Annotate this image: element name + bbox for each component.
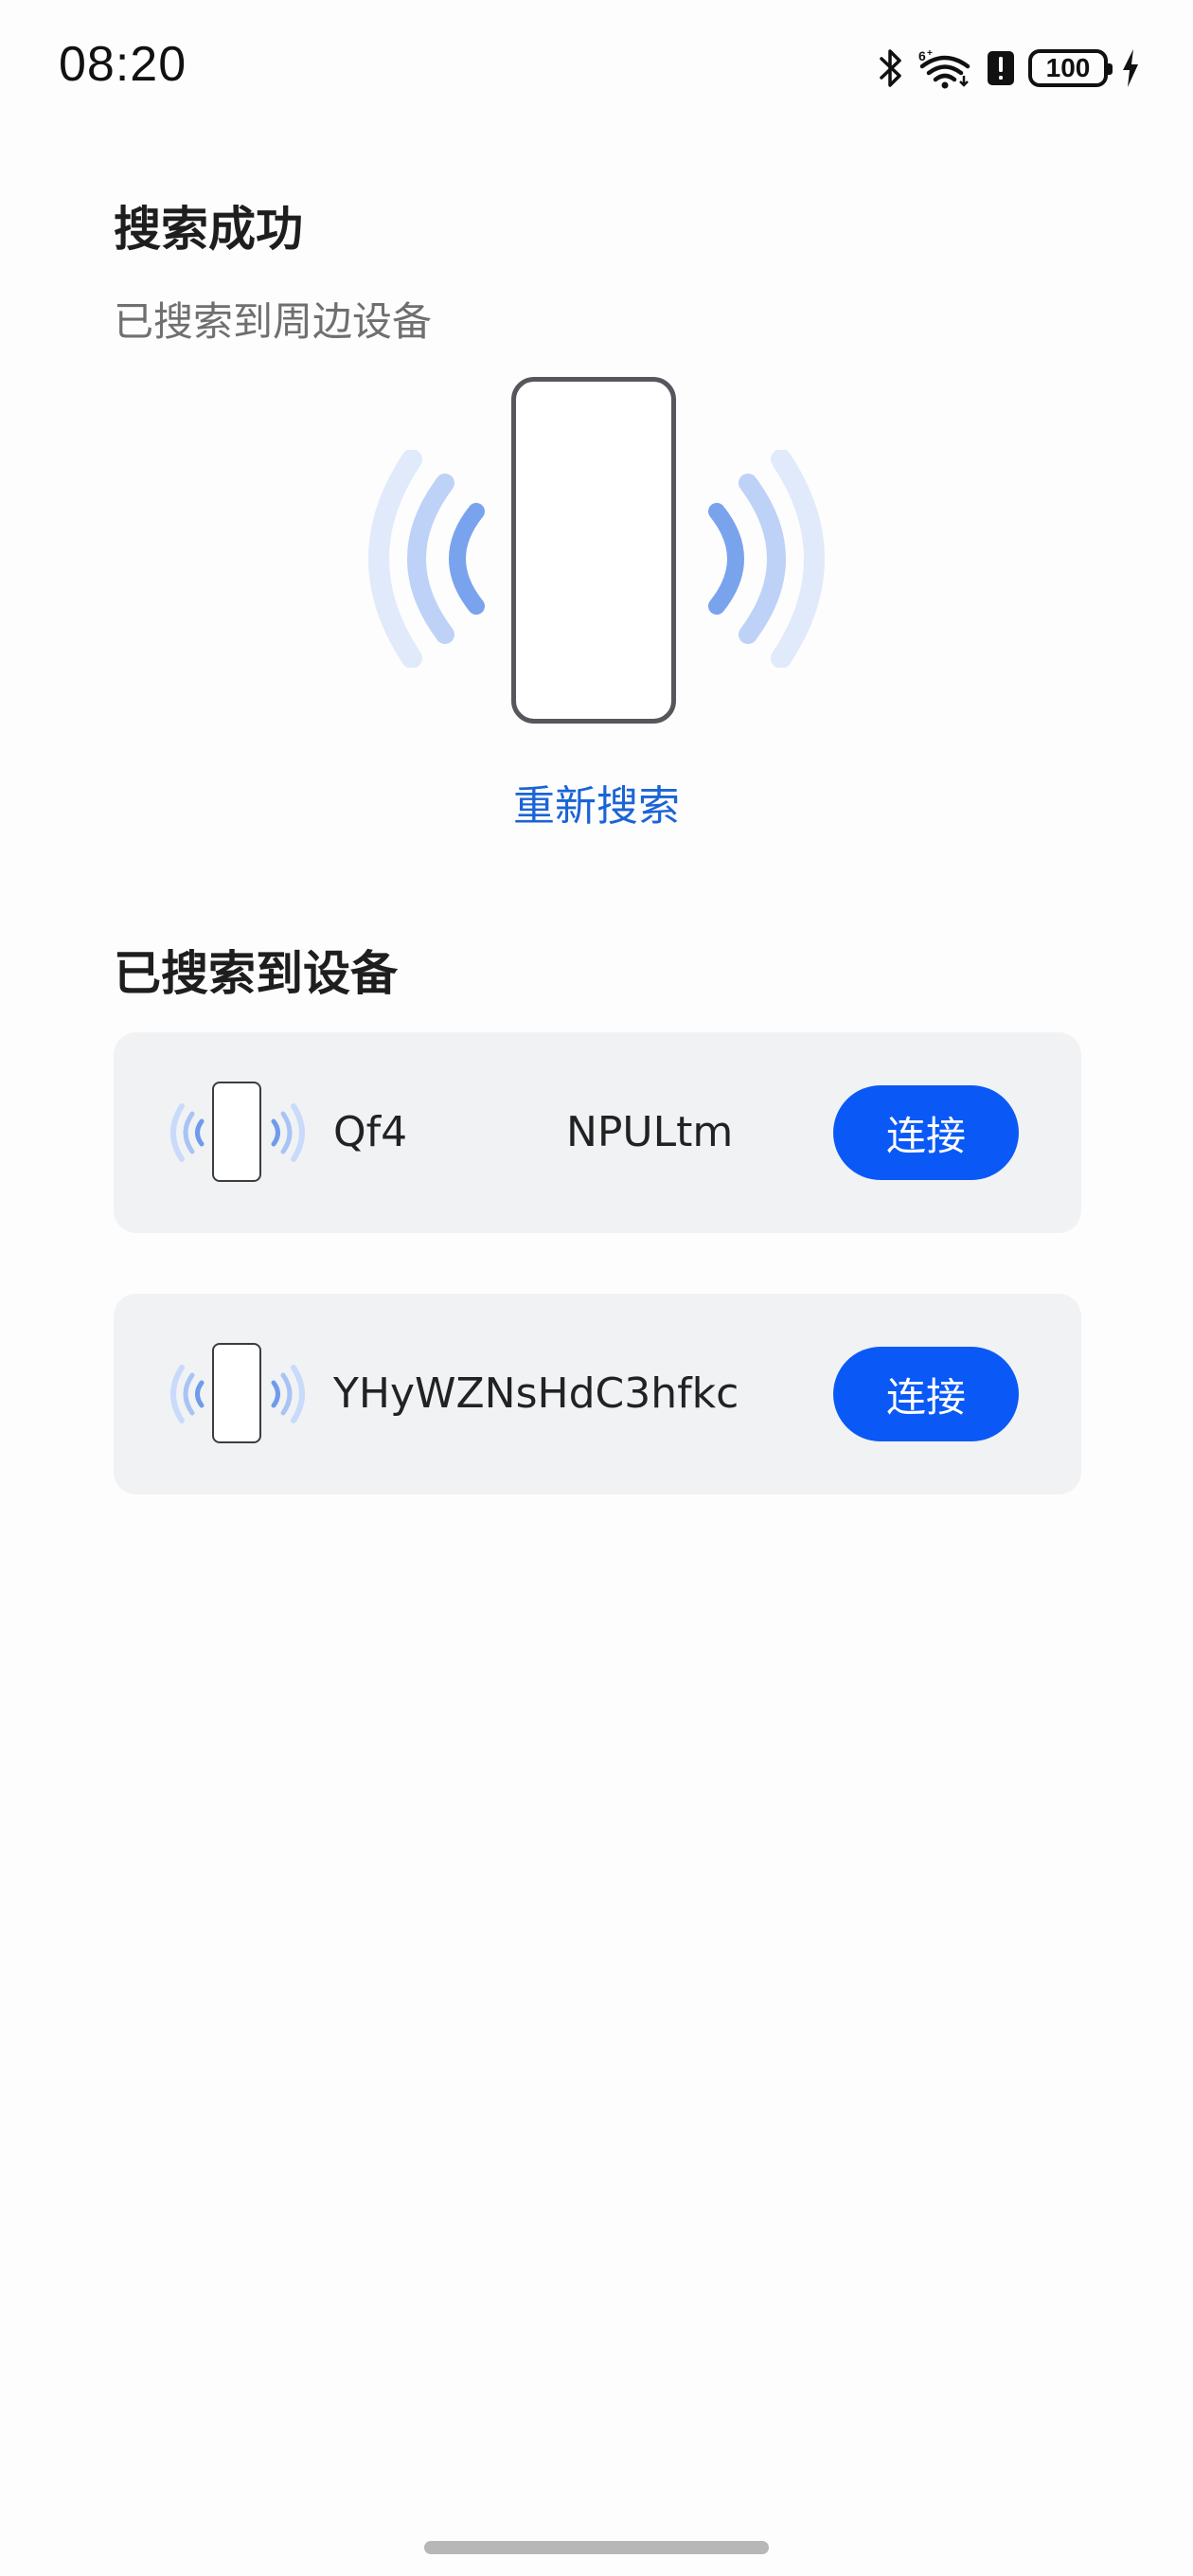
svg-text:6: 6 [918, 48, 926, 63]
signal-waves-left-icon [170, 1365, 205, 1423]
wifi-6-icon: 6 + [917, 47, 973, 89]
phone-outline-icon [212, 1082, 261, 1182]
search-illustration [350, 374, 843, 734]
status-icons: 6 + 100 [879, 44, 1140, 93]
signal-waves-right-icon [271, 1103, 305, 1162]
status-time: 08:20 [59, 37, 187, 92]
bluetooth-icon [879, 47, 903, 89]
device-card: YHyWZNsHdC3hfkc 连接 [114, 1294, 1081, 1494]
device-phone-icon [167, 1078, 309, 1188]
charging-bolt-icon [1121, 47, 1140, 89]
device-card: Qf4 NPULtm 连接 [114, 1032, 1081, 1233]
research-button[interactable]: 重新搜索 [0, 772, 1193, 832]
svg-text:+: + [927, 48, 933, 59]
device-name: Qf4 NPULtm [333, 1108, 734, 1156]
home-indicator[interactable] [424, 2541, 769, 2554]
phone-illustration-icon [511, 377, 676, 724]
devices-section-title: 已搜索到设备 [114, 946, 398, 1001]
device-name: YHyWZNsHdC3hfkc [333, 1369, 739, 1418]
signal-waves-left-icon [170, 1103, 205, 1162]
device-phone-icon [167, 1339, 309, 1449]
phone-outline-icon [212, 1343, 261, 1443]
status-bar: 08:20 6 + 100 [0, 0, 1193, 133]
page-subtitle: 已搜索到周边设备 [114, 298, 433, 345]
battery-icon: 100 [1028, 49, 1113, 87]
signal-waves-right-icon [271, 1365, 305, 1423]
signal-waves-right-icon [708, 450, 825, 668]
connect-button[interactable]: 连接 [833, 1085, 1019, 1180]
page-title: 搜索成功 [114, 202, 303, 257]
signal-waves-left-icon [368, 450, 485, 668]
connect-button[interactable]: 连接 [833, 1347, 1019, 1441]
alert-icon [987, 49, 1015, 87]
